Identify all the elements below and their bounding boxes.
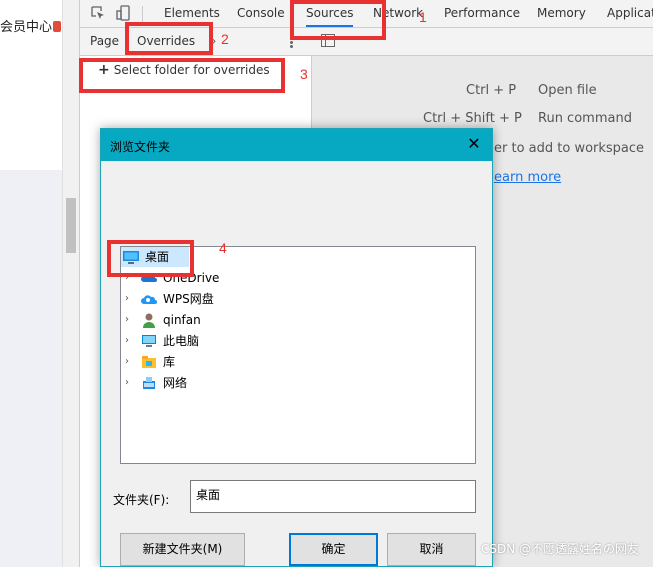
tab-memory[interactable]: Memory [537, 0, 586, 27]
annotation-box-4 [107, 240, 194, 277]
wps-cloud-icon [141, 295, 157, 304]
folder-field-label: 文件夹(F): [113, 493, 170, 507]
annotation-number-4: 4 [219, 240, 227, 256]
tree-item-library[interactable]: › 库 [121, 352, 241, 372]
tree-item-this-pc[interactable]: › 此电脑 [121, 331, 241, 351]
tree-label: 库 [163, 355, 176, 369]
inspect-element-icon[interactable] [90, 5, 106, 21]
tree-label: WPS网盘 [163, 292, 214, 306]
page-background [0, 170, 62, 567]
browse-folder-dialog: 浏览文件夹 ✕ 桌面 › OneDrive › WPS网盘 › qinfan ›… [100, 128, 493, 567]
web-page-area: 会员中心 [0, 0, 62, 567]
dialog-titlebar[interactable]: 浏览文件夹 ✕ [101, 129, 492, 161]
shortcut-label-open-file: Open file [538, 83, 597, 98]
tab-application[interactable]: Applicatio [607, 0, 653, 27]
annotation-box-2 [125, 22, 213, 55]
annotation-box-1 [290, 0, 386, 40]
tree-label: 网络 [163, 376, 188, 390]
shortcut-key-open-file: Ctrl + P [466, 83, 517, 98]
chevron-right-icon[interactable]: › [125, 289, 129, 309]
folder-tree: 桌面 › OneDrive › WPS网盘 › qinfan › 此电脑 › 库… [120, 246, 476, 464]
page-scrollbar-thumb[interactable] [66, 198, 76, 253]
annotation-number-3: 3 [300, 66, 308, 82]
network-icon [143, 377, 155, 389]
close-icon[interactable]: ✕ [464, 134, 484, 154]
tree-item-user[interactable]: › qinfan [121, 310, 241, 330]
library-icon [142, 356, 156, 368]
chevron-right-icon[interactable]: › [125, 352, 129, 372]
shortcut-key-run-command: Ctrl + Shift + P [423, 111, 522, 126]
annotation-box-3 [79, 58, 285, 93]
new-folder-button[interactable]: 新建文件夹(M) [120, 533, 245, 566]
vip-center-label: 会员中心 [0, 20, 53, 35]
computer-icon [142, 335, 156, 347]
shortcut-label-run-command: Run command [538, 111, 632, 126]
folder-input[interactable]: 桌面 [190, 480, 476, 513]
tree-label: 此电脑 [163, 334, 200, 348]
tab-console[interactable]: Console [237, 0, 285, 27]
tree-item-wps-cloud[interactable]: › WPS网盘 [121, 289, 241, 309]
device-toolbar-icon[interactable] [116, 5, 132, 21]
chevron-right-icon[interactable]: › [125, 373, 129, 393]
learn-more-link[interactable]: earn more [494, 170, 561, 185]
tree-label: qinfan [163, 313, 201, 327]
chevron-right-icon[interactable]: › [125, 310, 129, 330]
dialog-title: 浏览文件夹 [110, 140, 171, 154]
annotation-number-1: 1 [419, 9, 427, 25]
tree-item-network[interactable]: › 网络 [121, 373, 241, 393]
subtab-page[interactable]: Page [90, 28, 119, 55]
user-icon [143, 313, 155, 328]
workspace-hint: er to add to workspace [494, 141, 645, 156]
tab-performance[interactable]: Performance [444, 0, 520, 27]
annotation-number-2: 2 [221, 31, 229, 47]
chevron-right-icon[interactable]: › [125, 331, 129, 351]
watermark: CSDN @不愿透露姓名の网友 [480, 542, 639, 556]
vip-center-link[interactable]: 会员中心 [0, 16, 62, 35]
vip-badge-icon [53, 21, 62, 32]
ok-button[interactable]: 确定 [289, 533, 378, 566]
cancel-button[interactable]: 取消 [387, 533, 476, 566]
page-scrollbar[interactable] [62, 0, 79, 567]
